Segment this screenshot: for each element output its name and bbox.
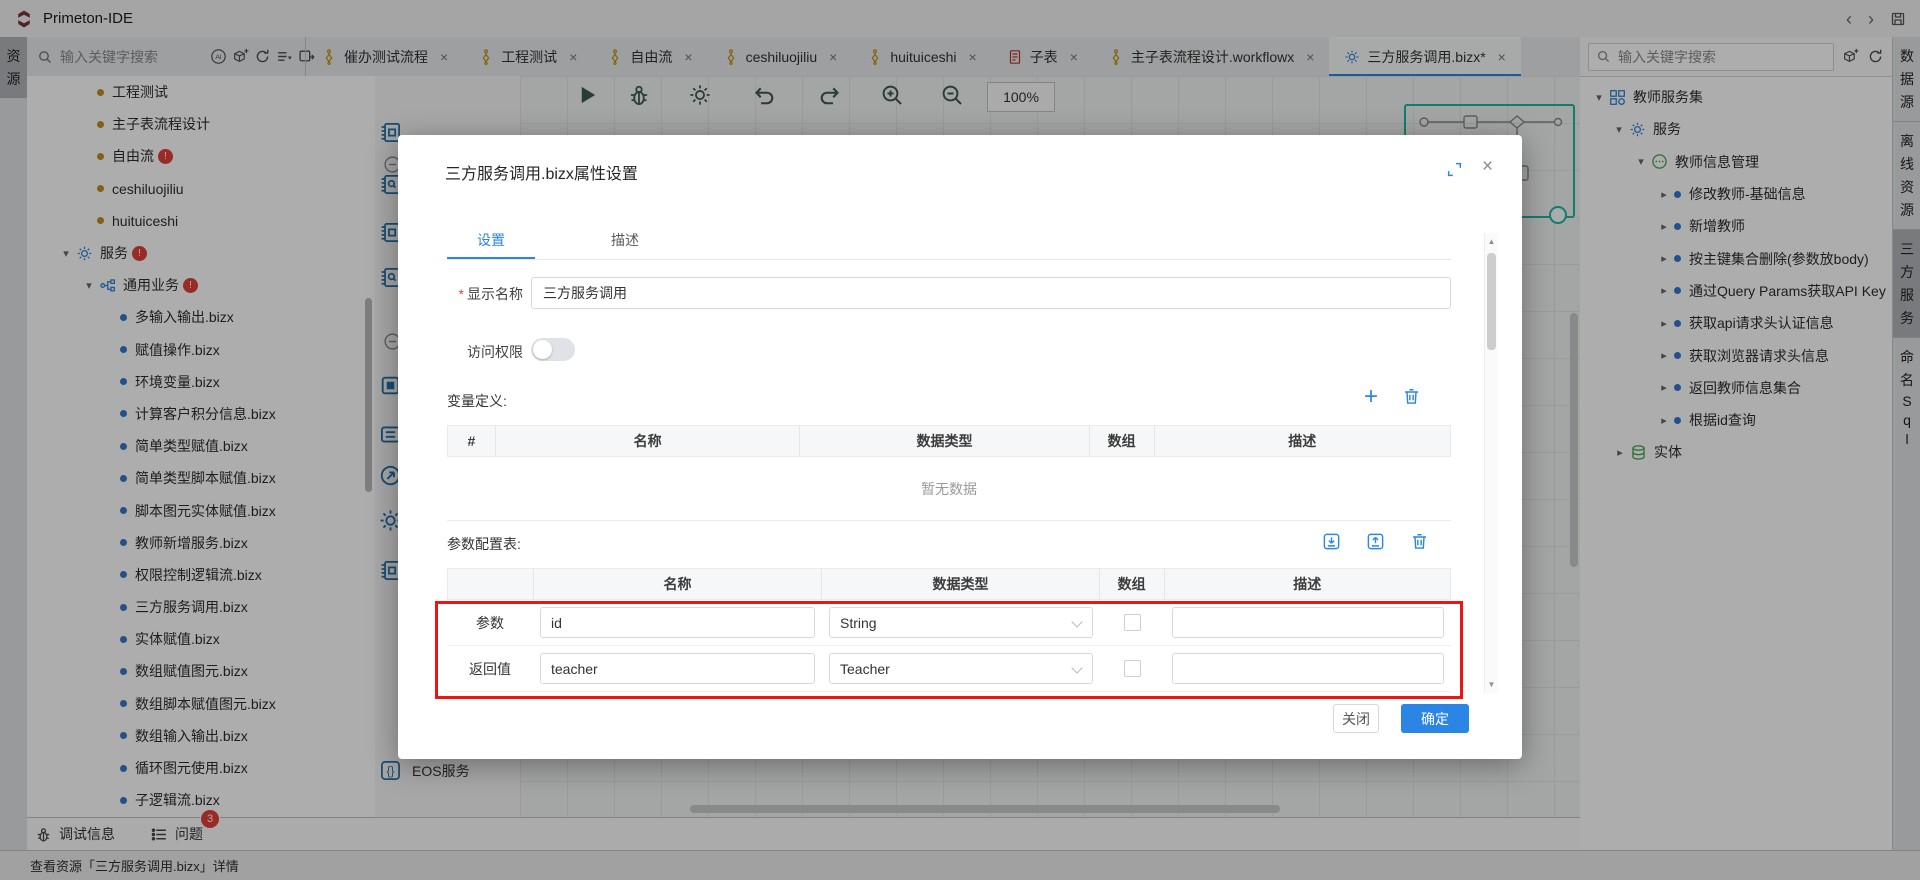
column-header: 名称 [496, 426, 800, 456]
param-type-select[interactable]: String [829, 607, 1093, 638]
param-row-1: 返回值 Teacher [447, 646, 1451, 692]
close-icon[interactable]: × [1482, 157, 1493, 176]
delete-variable-icon[interactable] [1402, 387, 1421, 406]
column-header: 数据类型 [822, 569, 1099, 599]
param-row-0: 参数 String [447, 600, 1451, 646]
maximize-icon[interactable] [1446, 161, 1463, 178]
column-header: 名称 [534, 569, 822, 599]
column-header: 数据类型 [800, 426, 1089, 456]
param-name-input[interactable] [540, 653, 815, 684]
variables-table: #名称数据类型数组描述暂无数据 [447, 425, 1451, 521]
variables-section-label: 变量定义: [447, 391, 507, 411]
chevron-down-icon [1071, 616, 1082, 627]
ok-button[interactable]: 确定 [1401, 704, 1469, 733]
param-desc-input[interactable] [1172, 607, 1444, 638]
properties-dialog: 三方服务调用.bizx属性设置 × 设置描述 *显示名称 访问权限 变量定义: … [398, 135, 1522, 759]
column-header: 数组 [1100, 569, 1165, 599]
column-header: # [448, 426, 496, 456]
access-label: 访问权限 [439, 342, 523, 362]
close-button[interactable]: 关闭 [1333, 704, 1379, 733]
dialog-tab-1[interactable]: 描述 [581, 223, 669, 259]
display-name-input[interactable] [531, 277, 1451, 309]
scroll-up-icon[interactable]: ▲ [1485, 237, 1498, 246]
dialog-tab-0[interactable]: 设置 [447, 223, 535, 259]
column-header: 描述 [1155, 426, 1450, 456]
row-label: 参数 [476, 613, 504, 633]
params-table: 名称数据类型数组描述参数 String 返回值 Teacher [447, 568, 1451, 692]
array-checkbox[interactable] [1124, 660, 1141, 677]
dialog-tabs: 设置 描述 [447, 223, 1451, 260]
dialog-title: 三方服务调用.bizx属性设置 [445, 160, 638, 184]
dialog-scrollbar[interactable]: ▲ ▼ [1484, 233, 1498, 693]
export-params-icon[interactable] [1366, 532, 1385, 551]
column-header: 数组 [1090, 426, 1155, 456]
delete-params-icon[interactable] [1410, 532, 1429, 551]
param-type-select[interactable]: Teacher [829, 653, 1093, 684]
app-window: Primeton-IDE ‹ › 资源 输入关键字搜索 AI 催办测试流程×工程… [0, 0, 1920, 880]
import-params-icon[interactable] [1322, 532, 1341, 551]
param-desc-input[interactable] [1172, 653, 1444, 684]
empty-placeholder: 暂无数据 [447, 457, 1451, 521]
array-checkbox[interactable] [1124, 614, 1141, 631]
column-header: 描述 [1165, 569, 1450, 599]
access-toggle[interactable] [531, 338, 575, 361]
display-name-label: *显示名称 [439, 284, 523, 304]
params-section-label: 参数配置表: [447, 534, 521, 554]
scroll-down-icon[interactable]: ▼ [1485, 680, 1498, 689]
row-label: 返回值 [469, 659, 511, 679]
chevron-down-icon [1071, 662, 1082, 673]
param-name-input[interactable] [540, 607, 815, 638]
column-header [448, 569, 534, 599]
add-variable-icon[interactable]: + [1364, 387, 1378, 406]
scroll-thumb[interactable] [1487, 253, 1496, 350]
